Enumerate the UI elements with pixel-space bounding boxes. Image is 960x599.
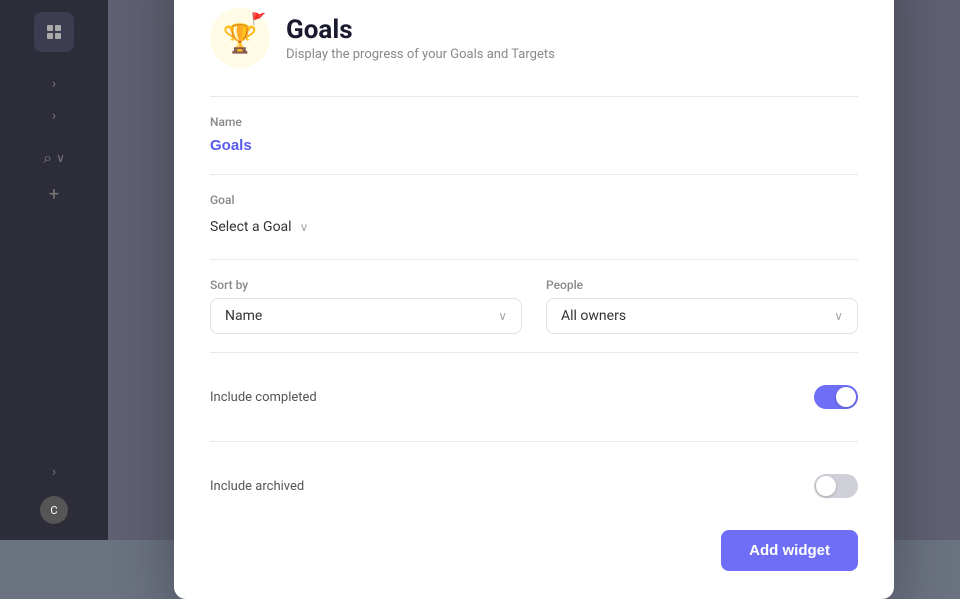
sidebar-item-2[interactable]: › (44, 104, 64, 128)
chevron-right-icon-3: › (52, 464, 56, 480)
name-field-group: Name (210, 115, 858, 156)
goal-select-dropdown[interactable]: Select a Goal ∨ (210, 213, 858, 241)
sort-divider (210, 352, 858, 353)
sort-select-dropdown[interactable]: Name ∨ (210, 298, 522, 334)
sidebar-item-bottom-2[interactable]: C (32, 492, 76, 528)
include-completed-toggle[interactable] (814, 385, 858, 409)
sort-value: Name (225, 308, 262, 324)
flag-icon: 🚩 (251, 12, 266, 26)
goal-field-group: Goal Select a Goal ∨ (210, 193, 858, 241)
sort-col: Sort by Name ∨ (210, 278, 522, 334)
people-chevron-icon: ∨ (834, 309, 843, 323)
people-label: People (546, 278, 858, 292)
sort-label: Sort by (210, 278, 522, 292)
goal-divider (210, 259, 858, 260)
overlay-background: ‹ Back × 🏆 🚩 Goals Display the progress … (108, 0, 960, 540)
search-icon: ⌕ (43, 148, 52, 168)
include-archived-label: Include archived (210, 479, 304, 494)
sidebar-search[interactable]: ⌕ ∨ (35, 144, 73, 172)
goal-chevron-icon: ∨ (300, 220, 309, 234)
modal-header: 🏆 🚩 Goals Display the progress of your G… (210, 8, 858, 68)
sidebar-item-bottom[interactable]: › (44, 460, 64, 484)
sidebar-logo[interactable] (34, 12, 74, 52)
header-divider (210, 96, 858, 97)
sidebar-expand-icon: ∨ (56, 151, 65, 165)
include-completed-knob (836, 387, 856, 407)
goal-select-value: Select a Goal (210, 219, 292, 235)
goals-modal: ‹ Back × 🏆 🚩 Goals Display the progress … (174, 0, 894, 599)
name-divider (210, 174, 858, 175)
include-completed-label: Include completed (210, 390, 317, 405)
sidebar: › › ⌕ ∨ + › C (0, 0, 108, 540)
modal-title-group: Goals Display the progress of your Goals… (286, 15, 555, 62)
people-col: People All owners ∨ (546, 278, 858, 334)
include-archived-knob (816, 476, 836, 496)
name-label: Name (210, 115, 858, 129)
chevron-right-icon-2: › (52, 108, 56, 124)
sidebar-item-1[interactable]: › (44, 72, 64, 96)
include-archived-row: Include archived (210, 460, 858, 512)
plus-icon: + (49, 184, 59, 205)
modal-subtitle: Display the progress of your Goals and T… (286, 47, 555, 62)
sidebar-add[interactable]: + (41, 180, 67, 209)
people-value: All owners (561, 308, 626, 324)
people-select-dropdown[interactable]: All owners ∨ (546, 298, 858, 334)
goal-label: Goal (210, 193, 858, 207)
modal-footer: Add widget (210, 530, 858, 571)
name-input[interactable] (210, 135, 858, 156)
trophy-icon: 🏆 (223, 22, 258, 55)
completed-divider (210, 441, 858, 442)
chevron-right-icon: › (52, 76, 56, 92)
sort-people-row: Sort by Name ∨ People All owners ∨ (210, 278, 858, 334)
include-completed-row: Include completed (210, 371, 858, 423)
user-avatar: C (40, 496, 68, 524)
sort-chevron-icon: ∨ (498, 309, 507, 323)
goals-icon-wrapper: 🏆 🚩 (210, 8, 270, 68)
modal-title: Goals (286, 15, 555, 45)
add-widget-button[interactable]: Add widget (721, 530, 858, 571)
include-archived-toggle[interactable] (814, 474, 858, 498)
